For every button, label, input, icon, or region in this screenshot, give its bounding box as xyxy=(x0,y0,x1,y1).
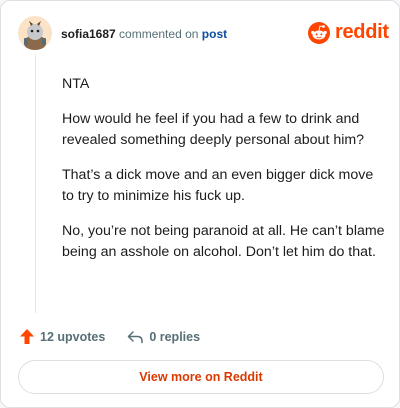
action-text: commented on xyxy=(119,27,199,41)
reply-count: 0 replies xyxy=(149,329,201,344)
comment-paragraph: That’s a dick move and an even bigger di… xyxy=(62,167,374,204)
comment-paragraph: No, you’re not being paranoid at all. He… xyxy=(62,223,385,260)
comment-meta: sofia1687 commented on post xyxy=(61,27,227,41)
avatar-snoo-icon xyxy=(24,21,46,50)
comment-paragraph: How would he feel if you had a few to dr… xyxy=(62,111,365,148)
upvote-count: 12 upvotes xyxy=(40,329,106,344)
upvote-button[interactable]: 12 upvotes xyxy=(19,328,105,345)
thread-line xyxy=(35,55,36,313)
comment-body: NTA How would he feel if you had a few t… xyxy=(62,74,387,277)
reply-button[interactable]: 0 replies xyxy=(127,330,200,344)
username-link[interactable]: sofia1687 xyxy=(61,27,116,41)
reddit-wordmark: reddit xyxy=(335,21,389,43)
embedded-comment-card: sofia1687 commented on post reddit NTA H… xyxy=(0,0,400,408)
comment-paragraph: NTA xyxy=(62,76,90,92)
reddit-logo[interactable]: reddit xyxy=(308,21,389,44)
reddit-snoo-icon xyxy=(308,21,330,44)
reply-arrow-icon xyxy=(128,330,144,343)
upvote-arrow-icon xyxy=(20,329,34,344)
comment-actions: 12 upvotes 0 replies xyxy=(19,328,200,345)
post-link[interactable]: post xyxy=(202,27,227,41)
avatar[interactable] xyxy=(18,16,52,50)
view-more-button[interactable]: View more on Reddit xyxy=(18,360,384,394)
